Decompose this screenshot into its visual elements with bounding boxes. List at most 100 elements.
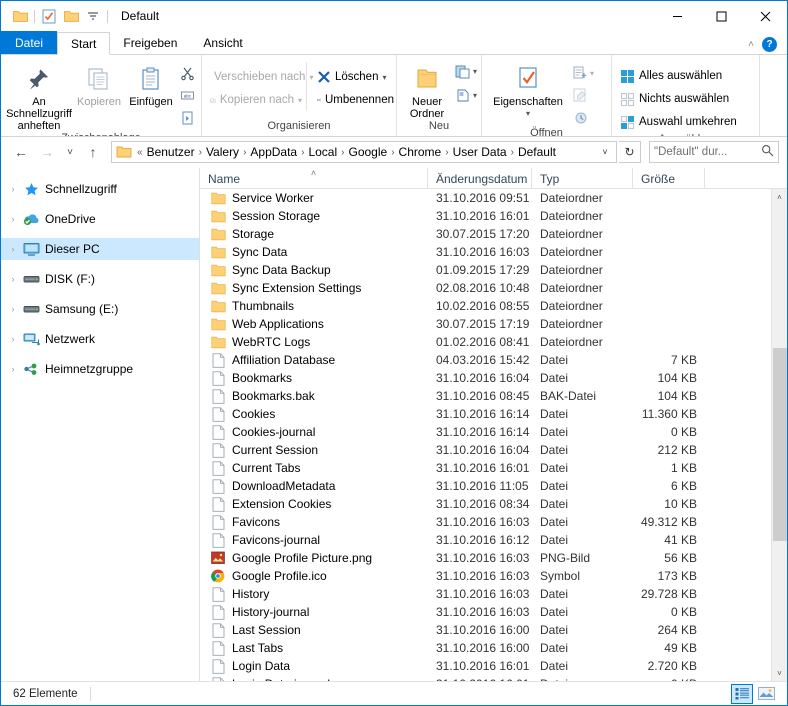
large-icons-view-button[interactable] <box>755 684 777 704</box>
invert-selection-button[interactable]: Auswahl umkehren <box>616 111 741 133</box>
new-item-button[interactable]: ▾ <box>453 61 477 81</box>
file-name-cell[interactable]: Affiliation Database <box>200 351 428 369</box>
file-name-cell[interactable]: Last Session <box>200 621 428 639</box>
scroll-up-button[interactable]: ˄ <box>772 189 788 205</box>
qat-customize-icon[interactable] <box>82 5 104 27</box>
sidebar-item-samsung-e[interactable]: › Samsung (E:) <box>1 298 199 320</box>
column-header-name[interactable]: Name ˄ <box>200 168 428 189</box>
scroll-down-button[interactable]: ˅ <box>772 665 788 681</box>
recent-locations-button[interactable]: ˅ <box>61 140 79 164</box>
edit-icon[interactable] <box>570 85 590 105</box>
expander-icon[interactable]: › <box>5 274 21 284</box>
sidebar-item-disk-f[interactable]: › DISK (F:) <box>1 268 199 290</box>
move-to-button[interactable]: Verschieben nach ▾ <box>206 66 313 88</box>
column-header-blank[interactable] <box>705 168 771 189</box>
file-name-cell[interactable]: WebRTC Logs <box>200 333 428 351</box>
table-row[interactable]: Affiliation Database 04.03.2016 15:42 Date… <box>200 351 787 369</box>
file-name-cell[interactable]: Extension Cookies <box>200 495 428 513</box>
table-row[interactable]: History 31.10.2016 16:03 Datei 29.728 KB <box>200 585 787 603</box>
file-name-cell[interactable]: Storage <box>200 225 428 243</box>
rename-button[interactable]: Umbenennen <box>313 89 398 111</box>
back-button[interactable]: ← <box>9 140 33 164</box>
breadcrumb-item-appdata[interactable]: AppData <box>247 145 300 159</box>
help-icon[interactable]: ? <box>762 37 777 52</box>
breadcrumb-item-local[interactable]: Local <box>305 145 340 159</box>
tab-datei[interactable]: Datei <box>1 31 58 54</box>
expander-icon[interactable]: › <box>5 184 21 194</box>
sidebar-item-onedrive[interactable]: › OneDrive <box>1 208 199 230</box>
cut-icon[interactable] <box>177 63 197 83</box>
table-row[interactable]: WebRTC Logs 01.02.2016 08:41 Dateiordner <box>200 333 787 351</box>
file-list[interactable]: Service Worker 31.10.2016 09:51 Dateiordne… <box>200 189 787 681</box>
file-name-cell[interactable]: Current Tabs <box>200 459 428 477</box>
table-row[interactable]: Favicons 31.10.2016 16:03 Datei 49.312 KB <box>200 513 787 531</box>
select-none-button[interactable]: Nichts auswählen <box>616 88 741 110</box>
table-row[interactable]: Web Applications 30.07.2015 17:19 Dateiord… <box>200 315 787 333</box>
table-row[interactable]: Sync Data 31.10.2016 16:03 Dateiordner <box>200 243 787 261</box>
sidebar-item-dieser-pc[interactable]: › Dieser PC <box>1 238 199 260</box>
copy-button[interactable]: Kopieren <box>73 59 125 108</box>
paste-shortcut-icon[interactable] <box>177 107 197 127</box>
file-name-cell[interactable]: DownloadMetadata <box>200 477 428 495</box>
file-name-cell[interactable]: Sync Extension Settings <box>200 279 428 297</box>
table-row[interactable]: Thumbnails 10.02.2016 08:55 Dateiordner <box>200 297 787 315</box>
up-button[interactable]: ↑ <box>81 140 105 164</box>
table-row[interactable]: Bookmarks.bak 31.10.2016 08:45 BAK-Datei 10… <box>200 387 787 405</box>
open-with-caret-icon[interactable]: ▾ <box>590 69 594 78</box>
file-name-cell[interactable]: Cookies-journal <box>200 423 428 441</box>
table-row[interactable]: Cookies-journal 31.10.2016 16:14 Datei 0 KB <box>200 423 787 441</box>
collapse-ribbon-button[interactable]: ˄ <box>748 39 754 50</box>
file-name-cell[interactable]: Google Profile.ico <box>200 567 428 585</box>
breadcrumb-bar[interactable]: « Benutzer › Valery › AppData › Local › … <box>111 141 617 163</box>
table-row[interactable]: Current Tabs 31.10.2016 16:01 Datei 1 KB <box>200 459 787 477</box>
table-row[interactable]: Last Tabs 31.10.2016 16:00 Datei 49 KB <box>200 639 787 657</box>
paste-button[interactable]: Einfügen <box>125 59 177 108</box>
breadcrumb-item-default[interactable]: Default <box>515 145 559 159</box>
breadcrumb-dropdown-icon[interactable]: ˅ <box>596 147 614 157</box>
table-row[interactable]: Favicons-journal 31.10.2016 16:12 Datei 41 … <box>200 531 787 549</box>
file-name-cell[interactable]: Thumbnails <box>200 297 428 315</box>
file-name-cell[interactable]: Google Profile Picture.png <box>200 549 428 567</box>
maximize-button[interactable] <box>699 1 743 31</box>
qat-folder-icon[interactable] <box>9 5 31 27</box>
table-row[interactable]: Google Profile Picture.png 31.10.2016 16:… <box>200 549 787 567</box>
pin-to-quick-access-button[interactable]: An Schnellzugriff anheften <box>5 59 73 132</box>
file-name-cell[interactable]: History <box>200 585 428 603</box>
table-row[interactable]: Bookmarks 31.10.2016 16:04 Datei 104 KB <box>200 369 787 387</box>
breadcrumb-item-chrome[interactable]: Chrome <box>396 145 445 159</box>
file-list-scrollbar[interactable]: ˄ ˅ <box>771 189 787 681</box>
close-button[interactable] <box>743 1 787 31</box>
file-name-cell[interactable]: Current Session <box>200 441 428 459</box>
table-row[interactable]: Service Worker 31.10.2016 09:51 Dateiordne… <box>200 189 787 207</box>
qat-new-folder-icon[interactable] <box>60 5 82 27</box>
delete-button[interactable]: Löschen ▾ <box>313 66 398 88</box>
select-all-button[interactable]: Alles auswählen <box>616 65 741 87</box>
file-name-cell[interactable]: Favicons-journal <box>200 531 428 549</box>
file-name-cell[interactable]: Session Storage <box>200 207 428 225</box>
new-item-caret-icon[interactable]: ▾ <box>473 67 477 76</box>
sidebar-item-schnellzugriff[interactable]: › Schnellzugriff <box>1 178 199 200</box>
file-name-cell[interactable]: History-journal <box>200 603 428 621</box>
table-row[interactable]: Current Session 31.10.2016 16:04 Datei 212 … <box>200 441 787 459</box>
file-name-cell[interactable]: Web Applications <box>200 315 428 333</box>
file-name-cell[interactable]: Last Tabs <box>200 639 428 657</box>
copy-to-button[interactable]: Kopieren nach ▾ <box>206 89 306 111</box>
file-name-cell[interactable]: Cookies <box>200 405 428 423</box>
file-name-cell[interactable]: Service Worker <box>200 189 428 207</box>
table-row[interactable]: Login Data 31.10.2016 16:01 Datei 2.720 KB <box>200 657 787 675</box>
breadcrumb-overflow[interactable]: « <box>136 147 144 158</box>
file-name-cell[interactable]: Bookmarks <box>200 369 428 387</box>
breadcrumb-item-google[interactable]: Google <box>345 145 390 159</box>
copy-path-icon[interactable]: abc <box>177 85 197 105</box>
file-name-cell[interactable]: Favicons <box>200 513 428 531</box>
search-icon[interactable] <box>761 144 774 160</box>
breadcrumb-item-valery[interactable]: Valery <box>203 145 242 159</box>
file-name-cell[interactable]: Sync Data Backup <box>200 261 428 279</box>
expander-icon[interactable]: › <box>5 334 21 344</box>
forward-button[interactable]: → <box>35 140 59 164</box>
expander-icon[interactable]: › <box>5 304 21 314</box>
easy-access-button[interactable]: ▾ <box>453 85 477 105</box>
easy-access-caret-icon[interactable]: ▾ <box>473 91 477 100</box>
file-name-cell[interactable]: Login Data <box>200 657 428 675</box>
search-input[interactable]: "Default" dur... <box>654 146 761 158</box>
